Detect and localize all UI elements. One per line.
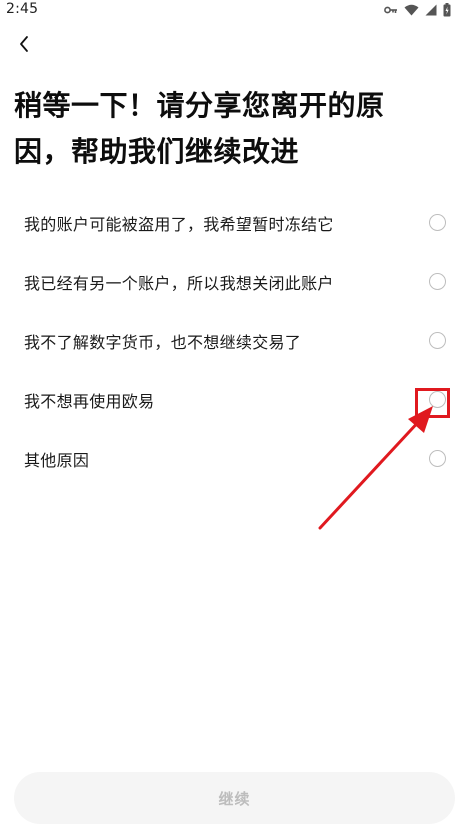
continue-button[interactable]: 继续 bbox=[14, 772, 455, 824]
reason-options-list: 我的账户可能被盗用了，我希望暂时冻结它 我已经有另一个账户，所以我想关闭此账户 … bbox=[0, 193, 465, 488]
status-bar: 2:45 bbox=[0, 0, 465, 20]
screen: 2:45 稍等一下！请分享您离开的原 因，帮助我们继续改进 我的账户可能被盗用了… bbox=[0, 0, 465, 834]
reason-option-label: 其他原因 bbox=[24, 450, 90, 470]
reason-option-label: 我已经有另一个账户，所以我想关闭此账户 bbox=[24, 273, 334, 293]
reason-option-stop-using-okx[interactable]: 我不想再使用欧易 bbox=[0, 370, 465, 429]
reason-option-label: 我不了解数字货币，也不想继续交易了 bbox=[24, 332, 302, 352]
chevron-left-icon bbox=[18, 35, 30, 57]
status-icons bbox=[384, 2, 451, 18]
reason-option-have-another-account[interactable]: 我已经有另一个账户，所以我想关闭此账户 bbox=[0, 252, 465, 311]
reason-option-other[interactable]: 其他原因 bbox=[0, 429, 465, 488]
reason-option-account-compromised[interactable]: 我的账户可能被盗用了，我希望暂时冻结它 bbox=[0, 193, 465, 252]
radio-button[interactable] bbox=[429, 273, 446, 290]
back-button[interactable] bbox=[10, 34, 38, 58]
reason-option-label: 我不想再使用欧易 bbox=[24, 391, 155, 411]
signal-icon bbox=[425, 4, 437, 16]
radio-button[interactable] bbox=[429, 332, 446, 349]
radio-button[interactable] bbox=[429, 214, 446, 231]
radio-button[interactable] bbox=[429, 450, 446, 467]
page-title-line-1: 稍等一下！请分享您离开的原 bbox=[14, 89, 385, 122]
reason-option-label: 我的账户可能被盗用了，我希望暂时冻结它 bbox=[24, 214, 334, 234]
battery-icon bbox=[443, 3, 451, 17]
page-title-line-2: 因，帮助我们继续改进 bbox=[14, 135, 300, 168]
status-time: 2:45 bbox=[6, 1, 39, 17]
page-title: 稍等一下！请分享您离开的原 因，帮助我们继续改进 bbox=[14, 83, 414, 175]
vpn-key-icon bbox=[384, 5, 398, 15]
reason-option-dont-understand-crypto[interactable]: 我不了解数字货币，也不想继续交易了 bbox=[0, 311, 465, 370]
radio-button[interactable] bbox=[429, 391, 446, 408]
wifi-icon bbox=[404, 4, 419, 16]
